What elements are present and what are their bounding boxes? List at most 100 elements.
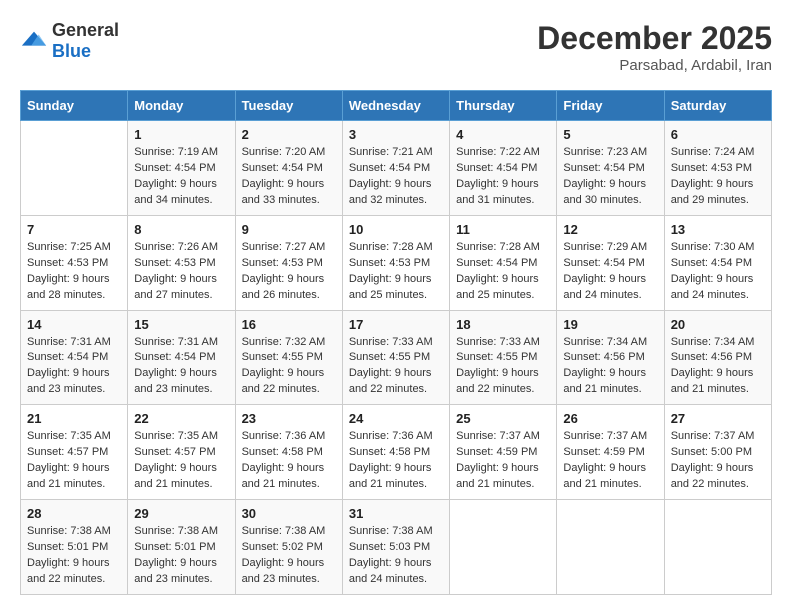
- day-number: 12: [563, 222, 657, 237]
- day-info: Sunrise: 7:20 AMSunset: 4:54 PMDaylight:…: [242, 145, 336, 209]
- calendar-cell: 20 Sunrise: 7:34 AMSunset: 4:56 PMDayligh…: [664, 310, 771, 405]
- day-info: Sunrise: 7:34 AMSunset: 4:56 PMDaylight:…: [671, 335, 765, 399]
- day-number: 7: [27, 222, 121, 237]
- header-day-thursday: Thursday: [450, 91, 557, 121]
- day-number: 20: [671, 317, 765, 332]
- calendar-week-1: 1Sunrise: 7:19 AMSunset: 4:54 PMDaylight…: [21, 121, 772, 216]
- calendar-cell: 8Sunrise: 7:26 AMSunset: 4:53 PMDaylight…: [128, 215, 235, 310]
- calendar-cell: 1Sunrise: 7:19 AMSunset: 4:54 PMDaylight…: [128, 121, 235, 216]
- location-subtitle: Parsabad, Ardabil, Iran: [537, 57, 772, 74]
- calendar-cell: 9 Sunrise: 7:27 AMSunset: 4:53 PMDaylight…: [235, 215, 342, 310]
- calendar-header-row: SundayMondayTuesdayWednesdayThursdayFrid…: [21, 91, 772, 121]
- calendar-week-3: 14 Sunrise: 7:31 AMSunset: 4:54 PMDayligh…: [21, 310, 772, 405]
- calendar-cell: 3 Sunrise: 7:21 AMSunset: 4:54 PMDaylight…: [342, 121, 449, 216]
- calendar-cell: 24 Sunrise: 7:36 AMSunset: 4:58 PMDayligh…: [342, 405, 449, 500]
- day-number: 19: [563, 317, 657, 332]
- calendar-cell: 17 Sunrise: 7:33 AMSunset: 4:55 PMDayligh…: [342, 310, 449, 405]
- calendar-cell: 27Sunrise: 7:37 AMSunset: 5:00 PMDayligh…: [664, 405, 771, 500]
- day-number: 9: [242, 222, 336, 237]
- calendar-cell: 23 Sunrise: 7:36 AMSunset: 4:58 PMDayligh…: [235, 405, 342, 500]
- day-info: Sunrise: 7:32 AMSunset: 4:55 PMDaylight:…: [242, 335, 336, 399]
- day-number: 24: [349, 411, 443, 426]
- calendar-cell: 19 Sunrise: 7:34 AMSunset: 4:56 PMDayligh…: [557, 310, 664, 405]
- header-day-saturday: Saturday: [664, 91, 771, 121]
- day-info: Sunrise: 7:28 AMSunset: 4:53 PMDaylight:…: [349, 240, 443, 304]
- day-number: 23: [242, 411, 336, 426]
- page-header: General Blue December 2025 Parsabad, Ard…: [20, 20, 772, 74]
- day-info: Sunrise: 7:37 AMSunset: 4:59 PMDaylight:…: [456, 429, 550, 493]
- calendar-cell: 5Sunrise: 7:23 AMSunset: 4:54 PMDaylight…: [557, 121, 664, 216]
- day-info: Sunrise: 7:28 AMSunset: 4:54 PMDaylight:…: [456, 240, 550, 304]
- calendar-cell: 6 Sunrise: 7:24 AMSunset: 4:53 PMDaylight…: [664, 121, 771, 216]
- day-number: 2: [242, 127, 336, 142]
- day-info: Sunrise: 7:37 AMSunset: 5:00 PMDaylight:…: [671, 429, 765, 493]
- header-day-monday: Monday: [128, 91, 235, 121]
- header-day-tuesday: Tuesday: [235, 91, 342, 121]
- day-info: Sunrise: 7:21 AMSunset: 4:54 PMDaylight:…: [349, 145, 443, 209]
- day-info: Sunrise: 7:29 AMSunset: 4:54 PMDaylight:…: [563, 240, 657, 304]
- day-number: 28: [27, 506, 121, 521]
- day-info: Sunrise: 7:31 AMSunset: 4:54 PMDaylight:…: [27, 335, 121, 399]
- header-day-friday: Friday: [557, 91, 664, 121]
- day-number: 3: [349, 127, 443, 142]
- day-info: Sunrise: 7:38 AMSunset: 5:01 PMDaylight:…: [27, 524, 121, 588]
- calendar-cell: 21 Sunrise: 7:35 AMSunset: 4:57 PMDayligh…: [21, 405, 128, 500]
- calendar-cell: 10Sunrise: 7:28 AMSunset: 4:53 PMDayligh…: [342, 215, 449, 310]
- logo-text: General Blue: [52, 20, 119, 62]
- day-info: Sunrise: 7:27 AMSunset: 4:53 PMDaylight:…: [242, 240, 336, 304]
- day-info: Sunrise: 7:33 AMSunset: 4:55 PMDaylight:…: [456, 335, 550, 399]
- day-number: 14: [27, 317, 121, 332]
- day-info: Sunrise: 7:38 AMSunset: 5:01 PMDaylight:…: [134, 524, 228, 588]
- day-info: Sunrise: 7:36 AMSunset: 4:58 PMDaylight:…: [349, 429, 443, 493]
- calendar-cell: 22Sunrise: 7:35 AMSunset: 4:57 PMDayligh…: [128, 405, 235, 500]
- logo: General Blue: [20, 20, 119, 62]
- day-info: Sunrise: 7:25 AMSunset: 4:53 PMDaylight:…: [27, 240, 121, 304]
- day-info: Sunrise: 7:34 AMSunset: 4:56 PMDaylight:…: [563, 335, 657, 399]
- calendar-cell: 25 Sunrise: 7:37 AMSunset: 4:59 PMDayligh…: [450, 405, 557, 500]
- day-info: Sunrise: 7:24 AMSunset: 4:53 PMDaylight:…: [671, 145, 765, 209]
- day-number: 6: [671, 127, 765, 142]
- day-number: 29: [134, 506, 228, 521]
- logo-blue: Blue: [52, 41, 91, 61]
- calendar-cell: 13 Sunrise: 7:30 AMSunset: 4:54 PMDayligh…: [664, 215, 771, 310]
- day-number: 22: [134, 411, 228, 426]
- day-info: Sunrise: 7:23 AMSunset: 4:54 PMDaylight:…: [563, 145, 657, 209]
- calendar-week-5: 28 Sunrise: 7:38 AMSunset: 5:01 PMDayligh…: [21, 500, 772, 595]
- calendar-cell: 12 Sunrise: 7:29 AMSunset: 4:54 PMDayligh…: [557, 215, 664, 310]
- day-number: 31: [349, 506, 443, 521]
- calendar-cell: 15Sunrise: 7:31 AMSunset: 4:54 PMDayligh…: [128, 310, 235, 405]
- day-number: 21: [27, 411, 121, 426]
- calendar-table: SundayMondayTuesdayWednesdayThursdayFrid…: [20, 90, 772, 595]
- day-info: Sunrise: 7:31 AMSunset: 4:54 PMDaylight:…: [134, 335, 228, 399]
- day-number: 4: [456, 127, 550, 142]
- day-number: 25: [456, 411, 550, 426]
- day-info: Sunrise: 7:35 AMSunset: 4:57 PMDaylight:…: [27, 429, 121, 493]
- header-day-wednesday: Wednesday: [342, 91, 449, 121]
- day-info: Sunrise: 7:30 AMSunset: 4:54 PMDaylight:…: [671, 240, 765, 304]
- calendar-week-4: 21 Sunrise: 7:35 AMSunset: 4:57 PMDayligh…: [21, 405, 772, 500]
- logo-icon: [20, 27, 48, 55]
- header-day-sunday: Sunday: [21, 91, 128, 121]
- day-number: 16: [242, 317, 336, 332]
- calendar-cell: [557, 500, 664, 595]
- day-number: 11: [456, 222, 550, 237]
- calendar-cell: 26Sunrise: 7:37 AMSunset: 4:59 PMDayligh…: [557, 405, 664, 500]
- calendar-cell: 14 Sunrise: 7:31 AMSunset: 4:54 PMDayligh…: [21, 310, 128, 405]
- day-number: 17: [349, 317, 443, 332]
- calendar-cell: 18Sunrise: 7:33 AMSunset: 4:55 PMDayligh…: [450, 310, 557, 405]
- day-info: Sunrise: 7:33 AMSunset: 4:55 PMDaylight:…: [349, 335, 443, 399]
- calendar-cell: 29 Sunrise: 7:38 AMSunset: 5:01 PMDayligh…: [128, 500, 235, 595]
- calendar-cell: 2 Sunrise: 7:20 AMSunset: 4:54 PMDaylight…: [235, 121, 342, 216]
- calendar-cell: [21, 121, 128, 216]
- calendar-cell: 16 Sunrise: 7:32 AMSunset: 4:55 PMDayligh…: [235, 310, 342, 405]
- day-number: 13: [671, 222, 765, 237]
- day-info: Sunrise: 7:36 AMSunset: 4:58 PMDaylight:…: [242, 429, 336, 493]
- calendar-cell: 7 Sunrise: 7:25 AMSunset: 4:53 PMDaylight…: [21, 215, 128, 310]
- calendar-cell: 30Sunrise: 7:38 AMSunset: 5:02 PMDayligh…: [235, 500, 342, 595]
- calendar-cell: 31Sunrise: 7:38 AMSunset: 5:03 PMDayligh…: [342, 500, 449, 595]
- calendar-week-2: 7 Sunrise: 7:25 AMSunset: 4:53 PMDaylight…: [21, 215, 772, 310]
- calendar-cell: 11 Sunrise: 7:28 AMSunset: 4:54 PMDayligh…: [450, 215, 557, 310]
- day-info: Sunrise: 7:26 AMSunset: 4:53 PMDaylight:…: [134, 240, 228, 304]
- day-info: Sunrise: 7:38 AMSunset: 5:02 PMDaylight:…: [242, 524, 336, 588]
- day-number: 1: [134, 127, 228, 142]
